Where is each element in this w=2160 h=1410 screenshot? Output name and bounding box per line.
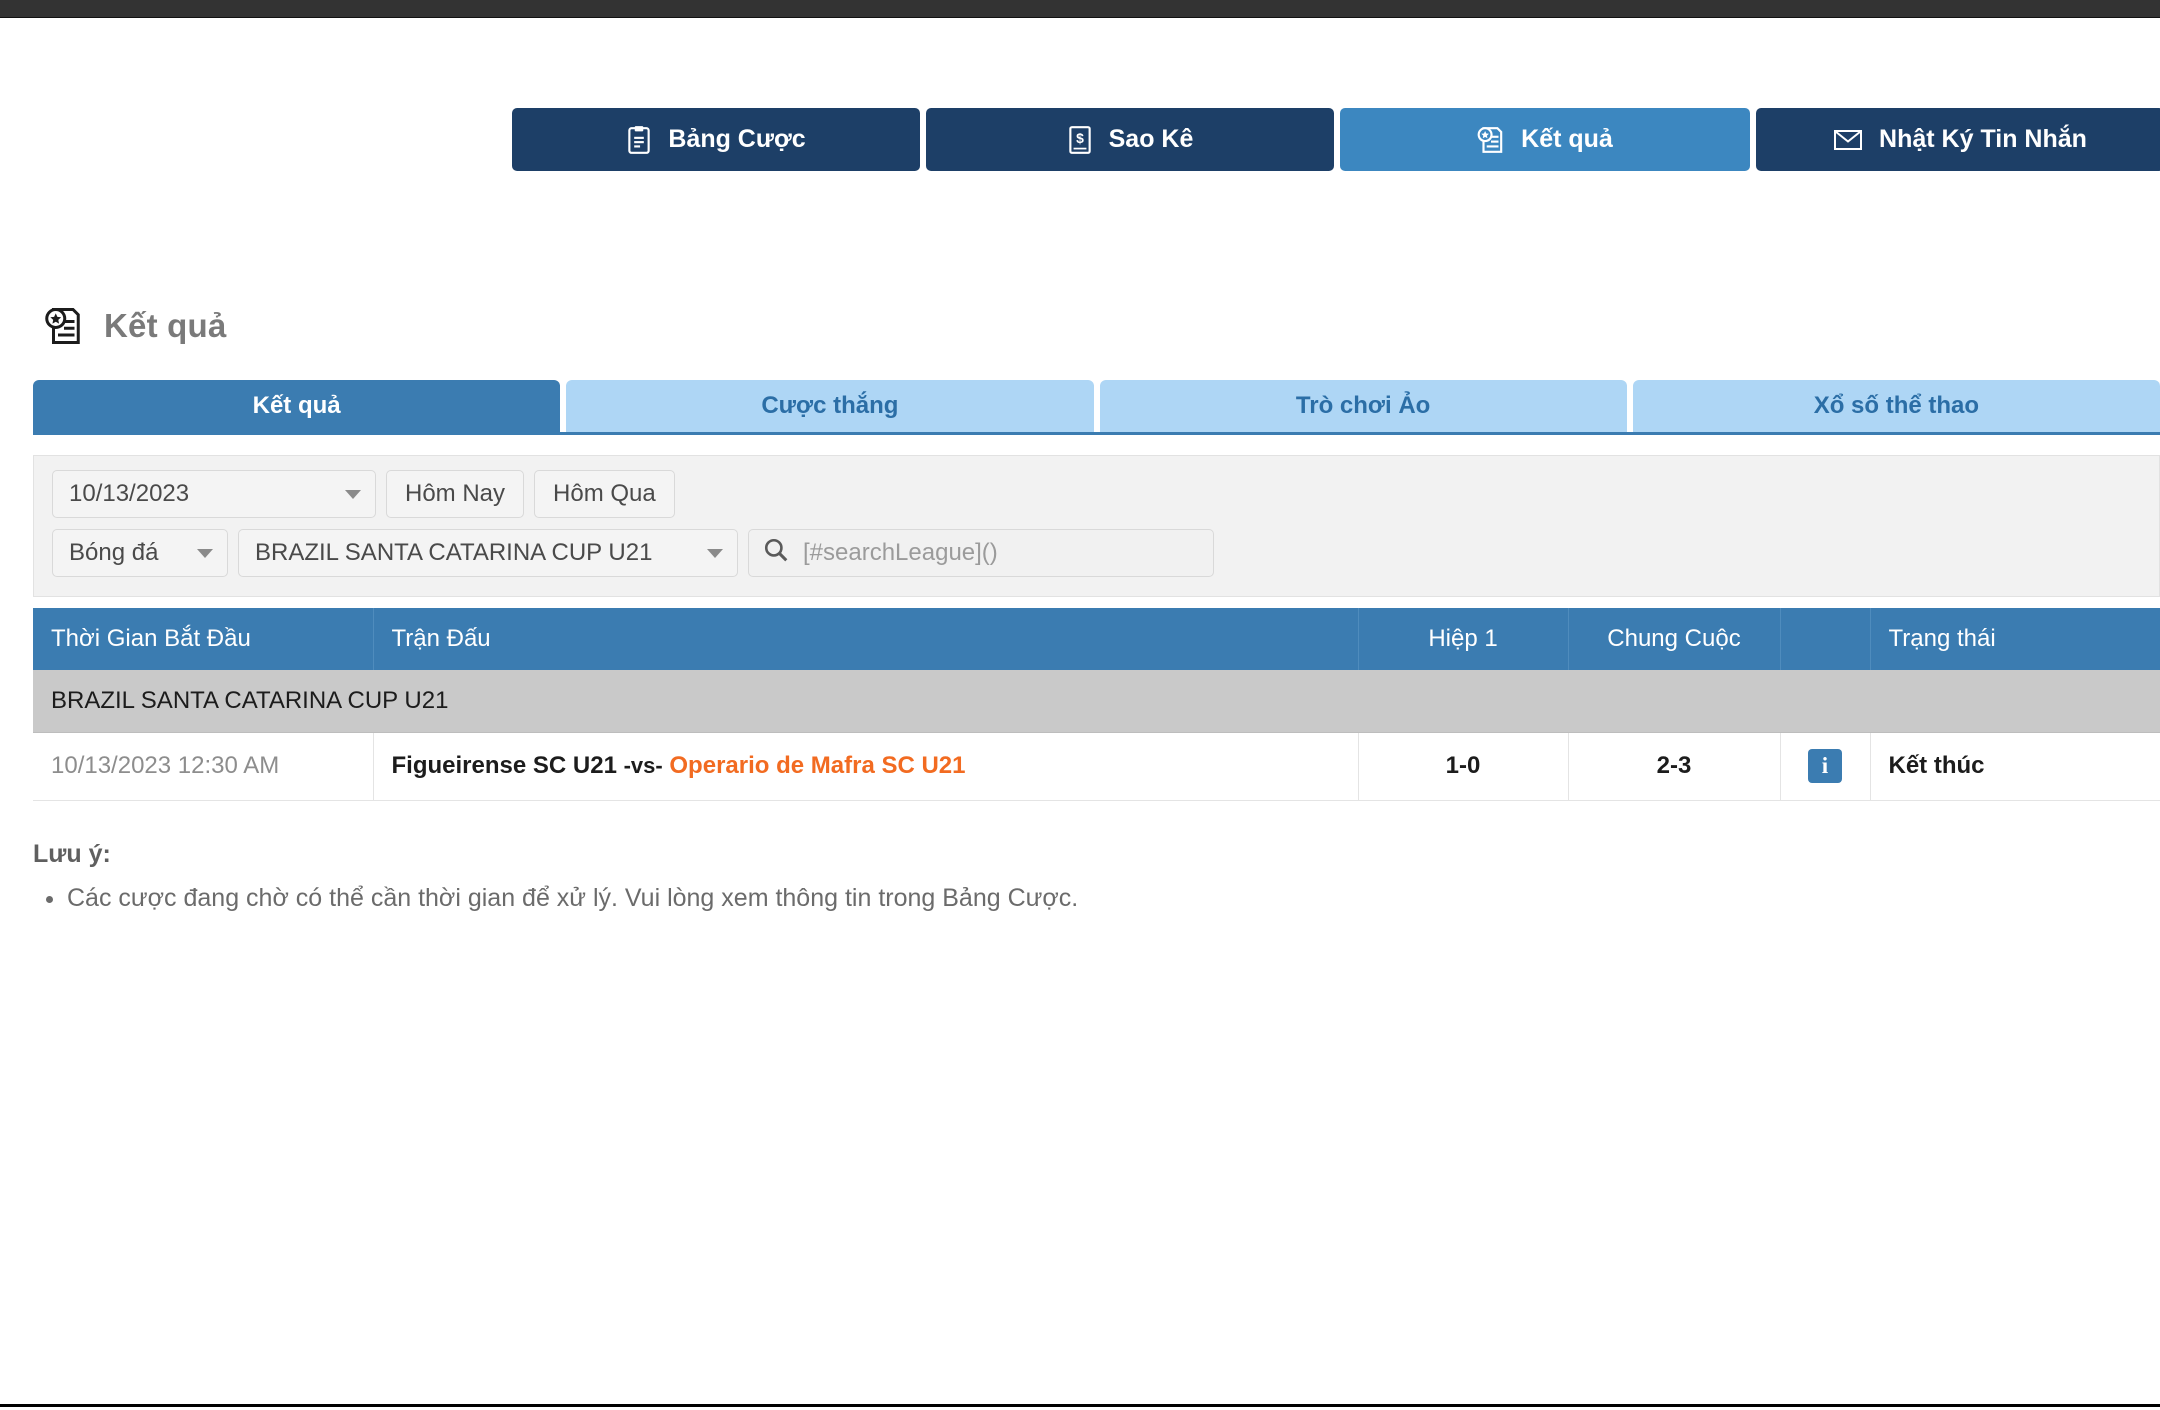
clipboard-icon: [626, 125, 652, 155]
results-table: Thời Gian Bắt Đầu Trận Đấu Hiệp 1 Chung …: [33, 608, 2160, 801]
nav-button-bang-cuoc[interactable]: Bảng Cược: [512, 108, 920, 171]
chevron-down-icon: [197, 548, 213, 558]
yesterday-button-label: Hôm Qua: [553, 480, 656, 507]
results-icon: [44, 305, 84, 347]
page-title-label: Kết quả: [104, 307, 227, 344]
nav-button-label: Sao Kê: [1108, 125, 1194, 153]
cell-half1-score: 1-0: [1358, 732, 1569, 801]
nav-button-nhat-ky-tin-nhan[interactable]: Nhật Ký Tin Nhắn: [1756, 108, 2160, 171]
league-group-row: BRAZIL SANTA CATARINA CUP U21: [33, 670, 2160, 733]
versus-label: -vs-: [623, 753, 663, 778]
header-status: Trạng thái: [1870, 608, 2160, 670]
today-button[interactable]: Hôm Nay: [386, 470, 525, 518]
header-info: [1780, 608, 1871, 670]
note-title: Lưu ý:: [33, 840, 111, 868]
nav-button-label: Nhật Ký Tin Nhắn: [1879, 125, 2087, 153]
search-icon: [763, 537, 789, 570]
league-select[interactable]: BRAZIL SANTA CATARINA CUP U21: [238, 529, 738, 577]
search-league-box[interactable]: [748, 529, 1214, 577]
svg-text:$: $: [1076, 130, 1084, 146]
tab-xo-so-the-thao[interactable]: Xổ số thể thao: [1632, 380, 2160, 432]
cell-fulltime-score: 2-3: [1568, 732, 1781, 801]
cell-status: Kết thúc: [1870, 732, 2160, 801]
filter-bar: 10/13/2023 Hôm Nay Hôm Qua Bóng đá BRAZI…: [33, 455, 2160, 597]
tab-label: Cược thắng: [761, 392, 899, 419]
table-header-row: Thời Gian Bắt Đầu Trận Đấu Hiệp 1 Chung …: [33, 608, 2160, 670]
bottom-divider: [0, 1404, 2160, 1407]
date-select[interactable]: 10/13/2023: [52, 470, 376, 518]
cell-info: i: [1780, 732, 1871, 801]
tab-cuoc-thang[interactable]: Cược thắng: [566, 380, 1094, 432]
nav-button-ket-qua[interactable]: Kết quả: [1340, 108, 1750, 171]
main-navigation: Bảng Cược $ Sao Kê Kết quả Nhật Ký Tin N…: [512, 108, 2160, 171]
list-item: Các cược đang chờ có thể cần thời gian đ…: [67, 883, 1933, 914]
top-bar: [0, 0, 2160, 18]
chevron-down-icon: [707, 548, 723, 558]
note-section: Lưu ý: Các cược đang chờ có thể cần thời…: [33, 840, 1933, 914]
cell-start-time: 10/13/2023 12:30 AM: [33, 732, 374, 801]
envelope-icon: [1833, 128, 1863, 152]
sport-select-value: Bóng đá: [69, 539, 159, 566]
header-match: Trận Đấu: [373, 608, 1359, 670]
tab-label: Kết quả: [252, 392, 341, 419]
league-select-value: BRAZIL SANTA CATARINA CUP U21: [255, 539, 653, 566]
tab-tro-choi-ao[interactable]: Trò chơi Ảo: [1099, 380, 1627, 432]
tab-label: Xổ số thể thao: [1813, 392, 1980, 419]
nav-button-label: Kết quả: [1521, 125, 1613, 153]
filter-row-league: Bóng đá BRAZIL SANTA CATARINA CUP U21: [52, 529, 2141, 577]
page-title: Kết quả: [44, 305, 226, 347]
sport-select[interactable]: Bóng đá: [52, 529, 228, 577]
table-row: 10/13/2023 12:30 AM Figueirense SC U21 -…: [33, 732, 2160, 801]
yesterday-button[interactable]: Hôm Qua: [534, 470, 675, 518]
search-league-input[interactable]: [803, 539, 1199, 567]
header-half1: Hiệp 1: [1358, 608, 1569, 670]
nav-button-label: Bảng Cược: [668, 125, 806, 153]
header-fulltime: Chung Cuộc: [1568, 608, 1781, 670]
today-button-label: Hôm Nay: [405, 480, 506, 507]
away-team-label[interactable]: Operario de Mafra SC U21: [669, 752, 965, 779]
tab-ket-qua[interactable]: Kết quả: [33, 380, 561, 432]
cell-match: Figueirense SC U21 -vs- Operario de Mafr…: [373, 732, 1359, 801]
tab-label: Trò chơi Ảo: [1295, 392, 1431, 419]
results-icon: [1477, 125, 1505, 155]
filter-row-date: 10/13/2023 Hôm Nay Hôm Qua: [52, 470, 2141, 518]
note-list: Các cược đang chờ có thể cần thời gian đ…: [67, 883, 1933, 914]
date-select-value: 10/13/2023: [69, 480, 190, 507]
home-team-label: Figueirense SC U21: [391, 752, 617, 779]
statement-icon: $: [1067, 125, 1093, 155]
info-icon[interactable]: i: [1808, 749, 1842, 783]
tab-bar: Kết quả Cược thắng Trò chơi Ảo Xổ số thể…: [33, 380, 2160, 435]
header-start-time: Thời Gian Bắt Đầu: [33, 608, 374, 670]
chevron-down-icon: [345, 489, 361, 499]
nav-button-sao-ke[interactable]: $ Sao Kê: [926, 108, 1334, 171]
league-group-label: BRAZIL SANTA CATARINA CUP U21: [33, 670, 2160, 733]
